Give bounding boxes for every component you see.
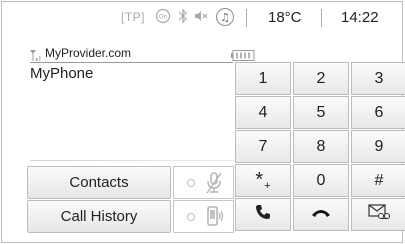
bluetooth-icon [177, 8, 189, 24]
call-icon [255, 204, 271, 225]
key-2[interactable]: 2 [293, 62, 349, 95]
microphone-mute-icon [203, 171, 225, 200]
signal-strength-icon [30, 48, 43, 66]
call-history-button[interactable]: Call History [27, 200, 171, 233]
voicemail-icon [368, 204, 391, 225]
dial-keypad: 1 2 3 4 5 6 7 8 9 * + 0 # [235, 62, 405, 232]
key-0[interactable]: 0 [293, 164, 349, 197]
hang-up-button[interactable] [293, 198, 349, 231]
mute-icon [194, 8, 208, 24]
onstar-icon: On [155, 8, 171, 24]
clock-display: 14:22 [341, 9, 379, 26]
handsfree-indicator-led [187, 213, 195, 221]
hang-up-icon [311, 206, 331, 224]
phone-speaker-icon [203, 205, 225, 234]
microphone-mute-toggle[interactable] [173, 166, 234, 199]
status-separator [246, 9, 247, 27]
key-3[interactable]: 3 [351, 62, 405, 95]
plus-symbol: + [264, 179, 271, 192]
key-5[interactable]: 5 [293, 96, 349, 129]
contacts-button[interactable]: Contacts [27, 166, 171, 199]
key-7[interactable]: 7 [235, 130, 291, 163]
key-1[interactable]: 1 [235, 62, 291, 95]
phone-device-name: MyPhone [30, 65, 94, 82]
call-button[interactable] [235, 198, 291, 231]
key-6[interactable]: 6 [351, 96, 405, 129]
key-9[interactable]: 9 [351, 130, 405, 163]
music-icon[interactable]: ♫ [216, 8, 234, 26]
handsfree-toggle[interactable] [173, 200, 234, 233]
provider-row: MyProvider.com [30, 46, 255, 66]
key-8[interactable]: 8 [293, 130, 349, 163]
divider [30, 160, 234, 161]
star-symbol: * [255, 169, 264, 191]
mute-indicator-led [187, 179, 195, 187]
tp-indicator: [TP] [121, 10, 146, 24]
key-hash[interactable]: # [351, 164, 405, 197]
key-4[interactable]: 4 [235, 96, 291, 129]
provider-name: MyProvider.com [45, 46, 132, 60]
phone-screen: [TP] On ♫ 18°C 14:22 MyProvider.com MyPh… [0, 0, 405, 244]
status-separator [321, 9, 322, 27]
voicemail-button[interactable] [351, 198, 405, 231]
svg-text:On: On [159, 14, 168, 21]
key-star[interactable]: * + [235, 164, 291, 197]
temperature-display: 18°C [268, 9, 302, 26]
